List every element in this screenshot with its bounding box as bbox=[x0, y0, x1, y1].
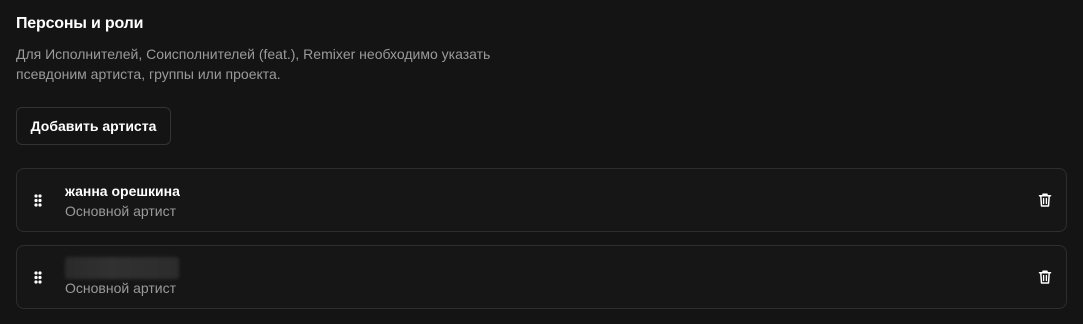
trash-icon bbox=[1038, 193, 1052, 207]
delete-artist-button[interactable] bbox=[1034, 189, 1056, 211]
drag-handle-icon[interactable] bbox=[31, 268, 45, 286]
description-line-2: псевдоним артиста, группы или проекта. bbox=[16, 66, 281, 82]
section-title: Персоны и роли bbox=[16, 15, 144, 32]
artist-name-redacted bbox=[65, 257, 179, 279]
trash-icon bbox=[1038, 270, 1052, 284]
section-description: Для Исполнителей, Соисполнителей (feat.)… bbox=[16, 44, 536, 84]
description-line-1: Для Исполнителей, Соисполнителей (feat.)… bbox=[16, 46, 491, 62]
artist-name: жанна орешкина bbox=[65, 183, 180, 199]
artist-card: Основной артист bbox=[16, 245, 1067, 309]
artist-role: Основной артист bbox=[65, 280, 176, 296]
artist-card: жанна орешкина Основной артист bbox=[16, 168, 1067, 232]
delete-artist-button[interactable] bbox=[1034, 266, 1056, 288]
add-artist-button[interactable]: Добавить артиста bbox=[16, 107, 171, 145]
drag-handle-icon[interactable] bbox=[31, 191, 45, 209]
artist-role: Основной артист bbox=[65, 203, 176, 219]
